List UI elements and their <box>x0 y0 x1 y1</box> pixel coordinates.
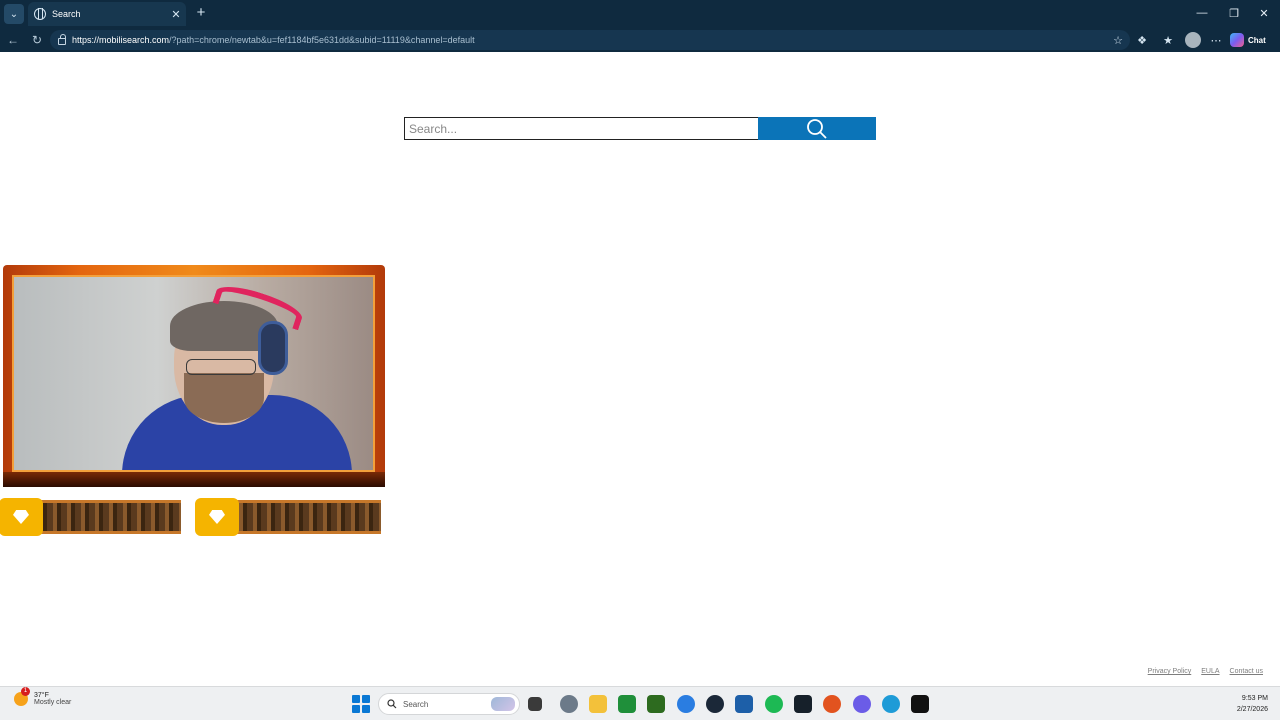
back-arrow-icon[interactable]: ← <box>4 31 22 49</box>
taskbar-search-box[interactable]: Search <box>378 693 520 715</box>
profile-avatar[interactable] <box>1185 32 1201 48</box>
close-window-icon[interactable]: ✕ <box>1250 4 1278 22</box>
eula-link[interactable]: EULA <box>1201 668 1219 675</box>
minimize-icon[interactable]: — <box>1188 4 1216 22</box>
copilot-icon <box>1230 33 1244 47</box>
clock-date: 2/27/2026 <box>1236 706 1268 713</box>
webcam-feed <box>12 275 375 472</box>
search-icon <box>387 699 397 709</box>
headset-earcup <box>258 321 288 375</box>
start-windows-icon[interactable] <box>352 695 370 713</box>
copilot-chat-button[interactable]: Chat <box>1230 31 1266 49</box>
more-menu-icon[interactable]: ⋯ <box>1208 32 1224 48</box>
browser-tab-bar: ⌄ Search ✕ + — ❐ ✕ <box>0 0 1280 28</box>
privacy-policy-link[interactable]: Privacy Policy <box>1148 668 1192 675</box>
search-form <box>404 117 876 140</box>
streamlabs-icon[interactable] <box>794 695 812 713</box>
new-tab-plus-icon[interactable]: + <box>192 4 210 22</box>
lock-icon <box>58 33 66 45</box>
tab-title: Search <box>52 9 81 19</box>
system-clock[interactable]: 9:53 PM 2/27/2026 <box>1237 693 1268 715</box>
extensions-icon[interactable]: ❖ <box>1134 32 1150 48</box>
notification-badge: 1 <box>21 687 30 696</box>
favorite-star-icon[interactable]: ☆ <box>1110 32 1126 48</box>
person-glasses <box>186 359 256 375</box>
screen: ⌄ Search ✕ + — ❐ ✕ ← ↻ https://mobilisea… <box>0 0 1280 720</box>
stream-alert-bar-2 <box>233 500 381 534</box>
close-tab-icon[interactable]: ✕ <box>168 6 184 22</box>
app-window-icon[interactable] <box>735 695 753 713</box>
search-button[interactable] <box>758 117 876 140</box>
address-bar[interactable]: https://mobilisearch.com /?path=chrome/n… <box>50 30 1130 50</box>
weather-condition: Mostly clear <box>34 699 72 706</box>
task-view-icon[interactable] <box>528 697 542 711</box>
steam-icon[interactable] <box>706 695 724 713</box>
search-input[interactable] <box>404 117 758 140</box>
web-page: Privacy Policy EULA Contact us <box>0 52 1277 686</box>
windows-taskbar: 1 37°F Mostly clear Search 9:53 PM 2/27/… <box>0 686 1280 720</box>
restore-icon[interactable]: ❐ <box>1220 4 1248 22</box>
refresh-icon[interactable]: ↻ <box>28 31 46 49</box>
chat-label: Chat <box>1248 35 1266 45</box>
taskbar-search-label: Search <box>403 699 429 709</box>
settings-gear-icon[interactable] <box>560 695 578 713</box>
file-explorer-icon[interactable] <box>589 695 607 713</box>
search-icon <box>807 118 827 139</box>
weather-moon-icon: 1 <box>14 687 30 706</box>
battle-net-icon[interactable] <box>677 695 695 713</box>
gem-icon <box>195 498 239 536</box>
obs-red-icon[interactable] <box>823 695 841 713</box>
search-highlight-icon <box>491 697 515 711</box>
url-path: /?path=chrome/newtab&u=fef1184bf5e631dd&… <box>169 35 475 45</box>
discord-icon[interactable] <box>853 695 871 713</box>
webcam-frame-bottom <box>3 472 385 487</box>
clock-time: 9:53 PM <box>1241 695 1268 702</box>
browser-toolbar: ← ↻ https://mobilisearch.com /?path=chro… <box>0 28 1280 52</box>
webcam-overlay-frame <box>3 265 385 487</box>
tab-search[interactable]: Search ✕ <box>28 2 186 26</box>
person-beard <box>184 373 264 423</box>
xbox-icon[interactable] <box>618 695 636 713</box>
footer-links: Privacy Policy EULA Contact us <box>1148 668 1263 675</box>
weather-widget[interactable]: 1 37°F Mostly clear <box>14 687 72 706</box>
stream-alert-bar-1 <box>33 500 181 534</box>
weather-temperature: 37°F <box>34 692 49 699</box>
favorites-icon[interactable]: ★ <box>1160 32 1176 48</box>
contact-us-link[interactable]: Contact us <box>1230 668 1263 675</box>
spotify-icon[interactable] <box>765 695 783 713</box>
gem-icon <box>0 498 43 536</box>
nvidia-icon[interactable] <box>647 695 665 713</box>
edge-browser-icon[interactable] <box>882 695 900 713</box>
tab-actions-chevron-icon[interactable]: ⌄ <box>4 4 24 24</box>
globe-icon <box>34 8 46 20</box>
terminal-app-icon[interactable] <box>911 695 929 713</box>
url-host: https://mobilisearch.com <box>72 35 170 45</box>
